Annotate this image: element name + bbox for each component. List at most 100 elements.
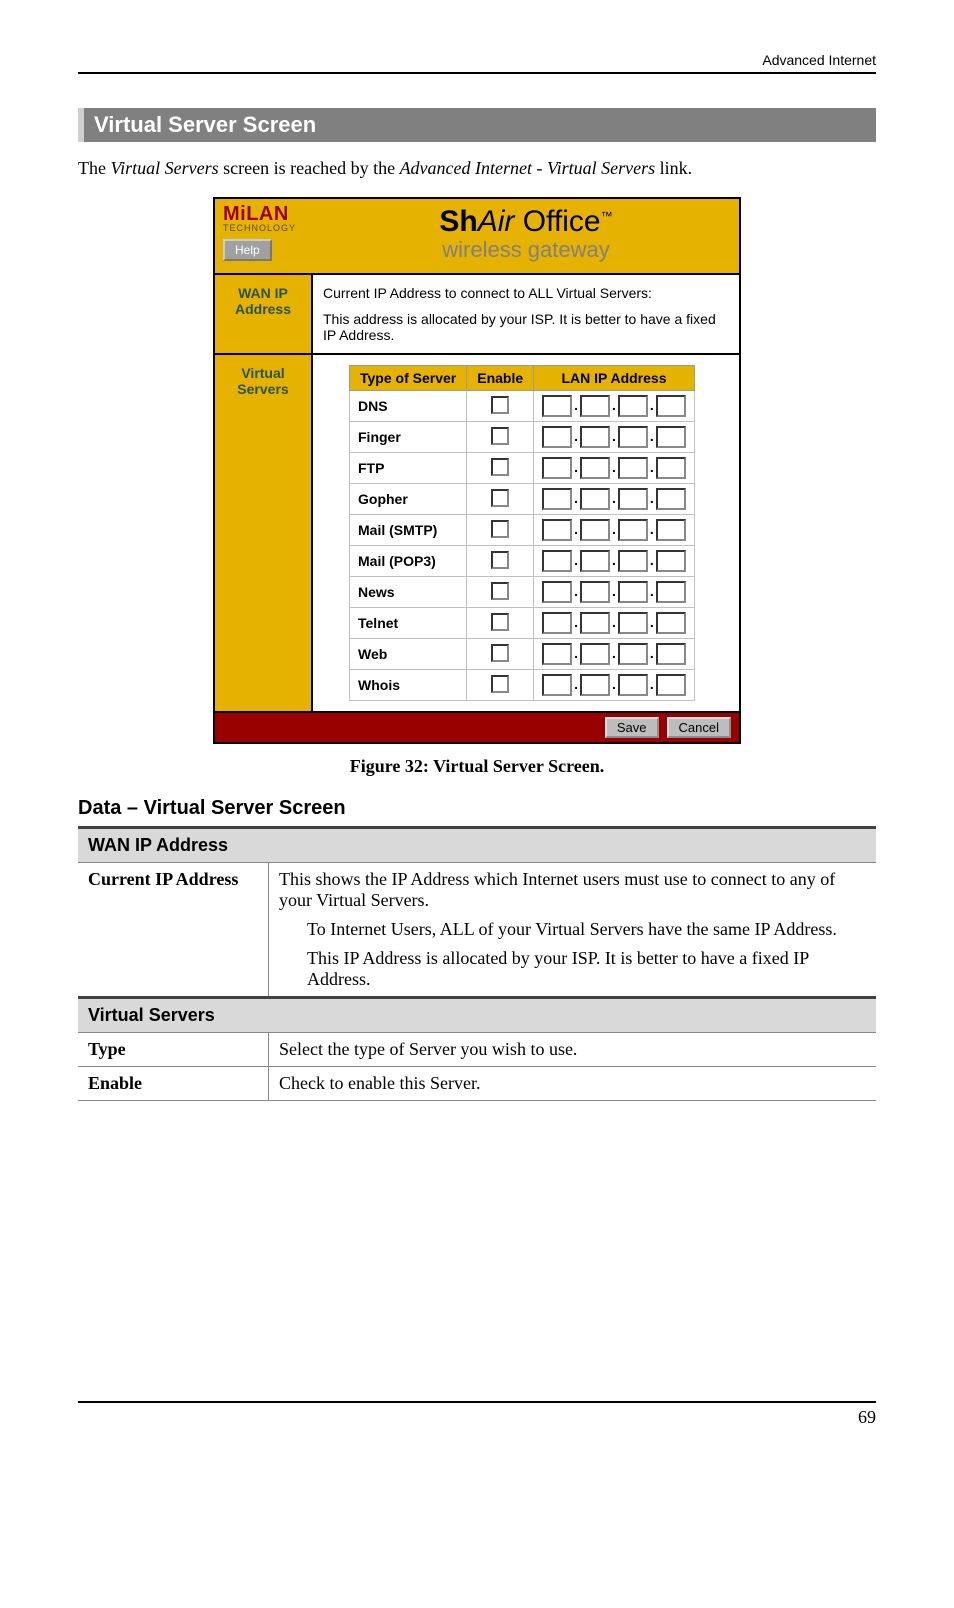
- enable-checkbox[interactable]: [491, 427, 509, 445]
- ip-octet-input[interactable]: [542, 519, 572, 541]
- help-button[interactable]: Help: [223, 239, 272, 261]
- intro-p3: screen is reached by the: [219, 158, 400, 178]
- table-row: FTP...: [350, 453, 695, 484]
- ip-octet-input[interactable]: [580, 488, 610, 510]
- server-enable-cell: [467, 670, 534, 701]
- table-row: Telnet...: [350, 608, 695, 639]
- app-title-bold: Sh: [439, 205, 477, 238]
- server-enable-cell: [467, 639, 534, 670]
- ip-octet-input[interactable]: [542, 488, 572, 510]
- ip-octet-input[interactable]: [580, 519, 610, 541]
- cancel-button[interactable]: Cancel: [667, 717, 731, 738]
- current-ip-main: This shows the IP Address which Internet…: [279, 869, 866, 911]
- wan-ip-side-label: WAN IP Address: [215, 275, 313, 353]
- ip-octet-input[interactable]: [542, 395, 572, 417]
- enable-checkbox[interactable]: [491, 551, 509, 569]
- ip-octet-input[interactable]: [542, 581, 572, 603]
- server-ip-cell: ...: [534, 422, 695, 453]
- data-table: WAN IP Address Current IP Address This s…: [78, 826, 876, 1101]
- ip-octet-input[interactable]: [656, 643, 686, 665]
- ip-octet-input[interactable]: [542, 643, 572, 665]
- ip-octet-input[interactable]: [656, 612, 686, 634]
- ip-octet-input[interactable]: [542, 550, 572, 572]
- save-button[interactable]: Save: [605, 717, 659, 738]
- ip-octet-input[interactable]: [656, 674, 686, 696]
- server-type-cell: Mail (SMTP): [350, 515, 467, 546]
- data-row-current-ip: Current IP Address This shows the IP Add…: [78, 863, 876, 998]
- ip-octet-input[interactable]: [580, 581, 610, 603]
- ip-dot: .: [648, 614, 656, 630]
- virtual-servers-side-label: Virtual Servers: [215, 355, 313, 711]
- ip-dot: .: [610, 676, 618, 692]
- ip-octet-input[interactable]: [580, 395, 610, 417]
- intro-p5: link.: [655, 158, 692, 178]
- ip-octet-input[interactable]: [656, 581, 686, 603]
- ip-octet-input[interactable]: [656, 395, 686, 417]
- table-row: News...: [350, 577, 695, 608]
- screenshot-figure: MiLAN TECHNOLOGY Help ShAir Office™ wire…: [78, 197, 876, 744]
- enable-checkbox[interactable]: [491, 489, 509, 507]
- ip-dot: .: [648, 521, 656, 537]
- server-enable-cell: [467, 484, 534, 515]
- ip-octet-input[interactable]: [542, 612, 572, 634]
- ip-octet-input[interactable]: [618, 612, 648, 634]
- ip-dot: .: [610, 614, 618, 630]
- enable-checkbox[interactable]: [491, 458, 509, 476]
- header-rule: [78, 72, 876, 74]
- ip-octet-input[interactable]: [656, 550, 686, 572]
- ip-dot: .: [610, 645, 618, 661]
- server-type-cell: FTP: [350, 453, 467, 484]
- page: Advanced Internet Virtual Server Screen …: [0, 0, 954, 1488]
- ip-octet-input[interactable]: [542, 426, 572, 448]
- servers-table: Type of Server Enable LAN IP Address DNS…: [349, 365, 695, 701]
- data-label-current-ip: Current IP Address: [78, 863, 269, 998]
- enable-checkbox[interactable]: [491, 644, 509, 662]
- ip-octet-input[interactable]: [580, 612, 610, 634]
- server-enable-cell: [467, 453, 534, 484]
- current-ip-bullet2: This IP Address is allocated by your ISP…: [307, 948, 866, 990]
- server-enable-cell: [467, 391, 534, 422]
- server-ip-cell: ...: [534, 484, 695, 515]
- ip-octet-input[interactable]: [618, 519, 648, 541]
- server-enable-cell: [467, 422, 534, 453]
- enable-checkbox[interactable]: [491, 582, 509, 600]
- data-wan-header: WAN IP Address: [78, 828, 876, 863]
- server-type-cell: Whois: [350, 670, 467, 701]
- server-type-cell: DNS: [350, 391, 467, 422]
- server-enable-cell: [467, 577, 534, 608]
- data-vs-header-row: Virtual Servers: [78, 998, 876, 1033]
- ip-octet-input[interactable]: [580, 426, 610, 448]
- ip-octet-input[interactable]: [618, 488, 648, 510]
- ip-octet-input[interactable]: [656, 426, 686, 448]
- ip-dot: .: [648, 490, 656, 506]
- ip-octet-input[interactable]: [542, 674, 572, 696]
- ip-dot: .: [610, 397, 618, 413]
- ip-octet-input[interactable]: [580, 674, 610, 696]
- ip-octet-input[interactable]: [618, 426, 648, 448]
- ip-octet-input[interactable]: [618, 674, 648, 696]
- enable-checkbox[interactable]: [491, 520, 509, 538]
- ip-octet-input[interactable]: [618, 643, 648, 665]
- ip-dot: .: [648, 583, 656, 599]
- server-type-cell: Finger: [350, 422, 467, 453]
- ip-octet-input[interactable]: [618, 550, 648, 572]
- enable-checkbox[interactable]: [491, 675, 509, 693]
- ip-octet-input[interactable]: [618, 581, 648, 603]
- ip-octet-input[interactable]: [542, 457, 572, 479]
- ip-octet-input[interactable]: [618, 457, 648, 479]
- data-row-enable: Enable Check to enable this Server.: [78, 1067, 876, 1101]
- enable-checkbox[interactable]: [491, 396, 509, 414]
- ip-octet-input[interactable]: [618, 395, 648, 417]
- ip-octet-input[interactable]: [580, 457, 610, 479]
- enable-checkbox[interactable]: [491, 613, 509, 631]
- table-row: Whois...: [350, 670, 695, 701]
- ip-dot: .: [648, 676, 656, 692]
- ip-octet-input[interactable]: [580, 550, 610, 572]
- ip-dot: .: [572, 428, 580, 444]
- ip-octet-input[interactable]: [656, 488, 686, 510]
- ip-octet-input[interactable]: [656, 519, 686, 541]
- ip-octet-input[interactable]: [656, 457, 686, 479]
- ip-dot: .: [610, 583, 618, 599]
- ip-dot: .: [610, 490, 618, 506]
- ip-octet-input[interactable]: [580, 643, 610, 665]
